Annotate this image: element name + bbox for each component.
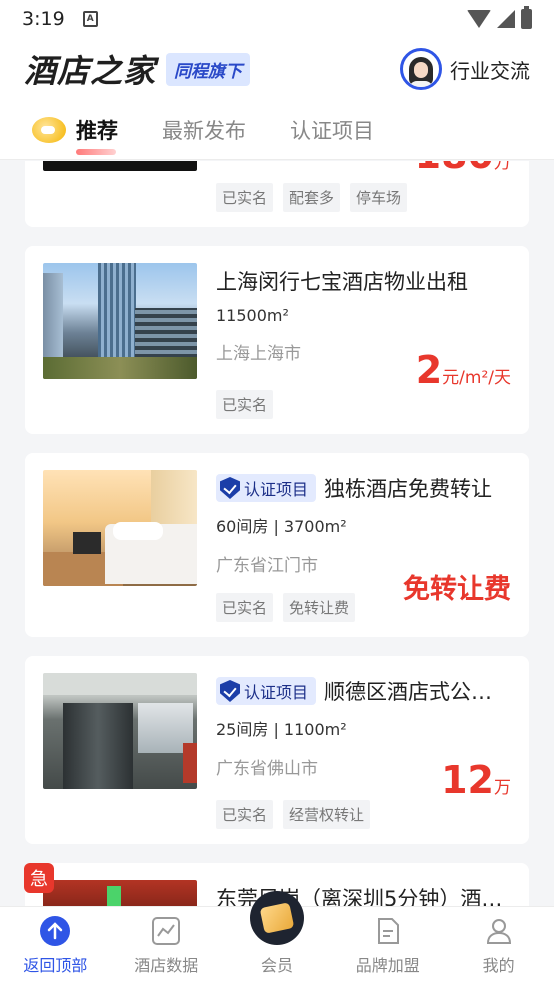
sim-icon: A (82, 11, 98, 27)
listing-card[interactable]: 180万 已实名 配套多 停车场 (25, 161, 529, 227)
listing-price: 2元/m²/天 (415, 348, 511, 392)
certified-badge: 认证项目 (216, 677, 317, 705)
tag: 已实名 (216, 183, 274, 212)
signal-icon (497, 10, 515, 28)
chart-icon (151, 916, 181, 946)
shield-check-icon (220, 680, 240, 702)
app-header: 酒店之家 同程旗下 行业交流 (0, 38, 554, 100)
nav-back-to-top[interactable]: 返回顶部 (0, 907, 111, 984)
chat-bubble-icon (32, 116, 66, 143)
listing-photo (43, 161, 197, 171)
listing-tags: 已实名 免转让费 (216, 593, 356, 622)
tag: 已实名 (216, 593, 274, 622)
listing-info: 认证项目 顺德区酒店式公寓转让 25间房 | 1100m² 广东省佛山市 12万 (216, 676, 511, 802)
listing-photo (43, 263, 197, 379)
arrow-up-icon (40, 916, 71, 946)
tag: 配套多 (283, 183, 341, 212)
listing-info: 认证项目 独栋酒店免费转让 60间房 | 3700m² 广东省江门市 免转让费 (216, 473, 511, 605)
nav-vip[interactable]: 会员 (222, 891, 333, 984)
vip-icon (249, 891, 304, 945)
status-time: 3:19 (22, 8, 65, 30)
status-icons (467, 6, 532, 29)
listing-photo (43, 470, 197, 586)
nav-label: 品牌加盟 (355, 956, 420, 975)
nav-label: 返回顶部 (23, 956, 88, 975)
tag: 免转让费 (283, 593, 356, 622)
listing-tags: 已实名 (216, 390, 274, 419)
listing-photo (43, 880, 197, 906)
tag: 已实名 (216, 800, 274, 829)
avatar[interactable] (400, 48, 442, 90)
listing-tags: 已实名 经营权转让 (216, 800, 371, 829)
certified-badge: 认证项目 (216, 474, 317, 502)
tab-certified[interactable]: 认证项目 (290, 115, 374, 145)
tag: 已实名 (216, 390, 274, 419)
listing-area: 11500m² (216, 306, 289, 325)
status-bar: 3:19 A (0, 0, 554, 38)
brand-badge: 同程旗下 (166, 52, 251, 86)
user-icon (484, 916, 514, 946)
community-entry[interactable]: 行业交流 (400, 48, 530, 90)
app-logo: 酒店之家 (24, 52, 157, 90)
category-tabs: 推荐 最新发布 认证项目 (0, 100, 554, 160)
tab-label: 认证项目 (290, 118, 374, 143)
listing-price: 免转让费 (403, 574, 511, 605)
nav-label: 酒店数据 (134, 956, 199, 975)
nav-label: 会员 (260, 956, 293, 975)
listing-title: 上海闵行七宝酒店物业出租 (216, 270, 468, 294)
listing-feed[interactable]: 180万 已实名 配套多 停车场 上海闵行七宝酒店物业出租 11500m² 上海… (0, 161, 554, 906)
listing-price: 12万 (441, 758, 511, 802)
tag: 经营权转让 (283, 800, 371, 829)
listing-tags: 已实名 配套多 停车场 (216, 183, 408, 212)
listing-title: 认证项目 独栋酒店免费转让 (216, 473, 511, 503)
listing-photo (43, 673, 197, 789)
urgent-badge: 急 (24, 863, 54, 893)
tab-latest[interactable]: 最新发布 (162, 115, 246, 145)
nav-mine[interactable]: 我的 (443, 907, 554, 984)
nav-brand-franchise[interactable]: 品牌加盟 (332, 907, 443, 984)
document-icon (373, 916, 403, 946)
bottom-nav: 返回顶部 酒店数据 会员 品牌加盟 我的 (0, 891, 554, 984)
community-label[interactable]: 行业交流 (450, 55, 530, 84)
wifi-icon (467, 10, 491, 28)
tab-indicator (76, 148, 116, 155)
listing-card[interactable]: 认证项目 独栋酒店免费转让 60间房 | 3700m² 广东省江门市 免转让费 … (25, 453, 529, 637)
nav-hotel-data[interactable]: 酒店数据 (111, 907, 222, 984)
tab-recommend[interactable]: 推荐 (32, 115, 118, 155)
tab-label: 推荐 (76, 118, 118, 143)
tag: 停车场 (350, 183, 408, 212)
listing-title: 认证项目 顺德区酒店式公寓转让 (216, 676, 511, 706)
listing-card[interactable]: 认证项目 顺德区酒店式公寓转让 25间房 | 1100m² 广东省佛山市 12万… (25, 656, 529, 844)
listing-area: 25间房 | 1100m² (216, 720, 347, 739)
nav-label: 我的 (482, 956, 515, 975)
shield-check-icon (220, 477, 240, 499)
listing-price: 180万 (415, 161, 511, 177)
listing-area: 60间房 | 3700m² (216, 517, 347, 536)
listing-card[interactable]: 上海闵行七宝酒店物业出租 11500m² 上海上海市 2元/m²/天 已实名 (25, 246, 529, 434)
tab-label: 最新发布 (162, 118, 246, 143)
battery-icon (521, 6, 532, 29)
listing-info: 上海闵行七宝酒店物业出租 11500m² 上海上海市 2元/m²/天 (216, 266, 511, 392)
